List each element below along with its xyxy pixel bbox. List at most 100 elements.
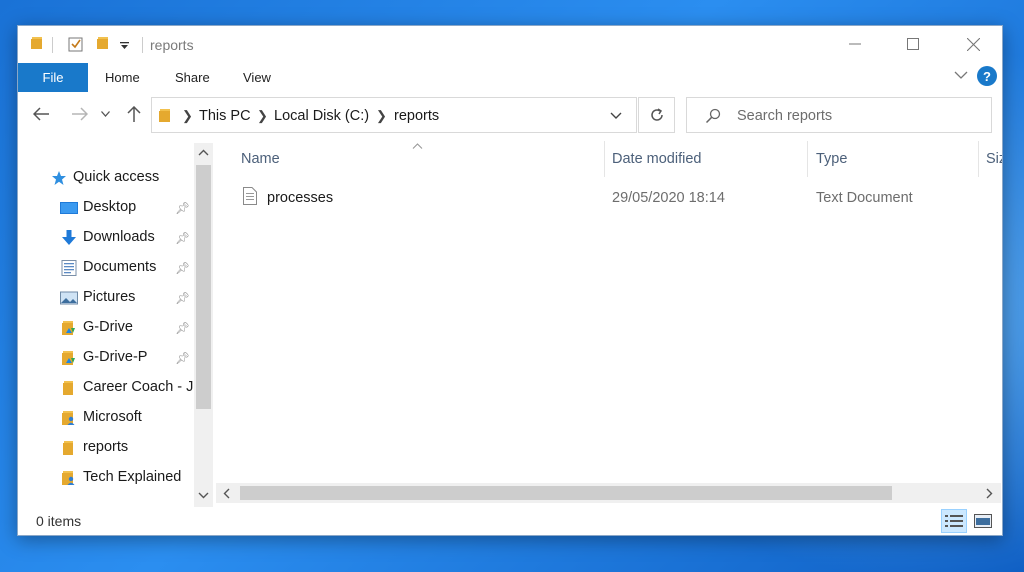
file-name[interactable]: processes (267, 190, 333, 206)
back-arrow-icon (32, 107, 49, 121)
navigation-bar: ❯ This PC ❯ Local Disk (C:) ❯ reports Se… (18, 93, 1002, 137)
close-icon (966, 37, 980, 51)
tab-share[interactable]: Share (175, 63, 210, 92)
pin-icon: 📌︎ (175, 231, 191, 245)
sort-ascending-icon (412, 143, 423, 149)
close-button[interactable] (950, 26, 996, 62)
properties-check-icon[interactable] (68, 36, 84, 52)
nav-item-g-drive-p[interactable]: G-Drive-P 📌︎ (18, 344, 194, 372)
separator (52, 37, 53, 53)
forward-arrow-icon (71, 107, 88, 121)
item-count: 0 items (36, 513, 82, 529)
address-bar[interactable]: ❯ This PC ❯ Local Disk (C:) ❯ reports (151, 97, 637, 133)
nav-item-desktop[interactable]: Desktop 📌︎ (18, 194, 194, 222)
column-header-date-modified[interactable]: Date modified (612, 151, 701, 167)
recent-locations-button[interactable] (98, 103, 112, 125)
nav-item-g-drive[interactable]: G-Drive 📌︎ (18, 314, 194, 342)
separator (142, 37, 143, 53)
nav-item-label: reports (83, 439, 129, 455)
user-folder-icon (62, 411, 75, 425)
nav-item-microsoft[interactable]: Microsoft (18, 404, 194, 432)
refresh-icon (650, 108, 663, 121)
minimize-icon (849, 43, 861, 45)
column-header-size[interactable]: Siz (986, 151, 1002, 167)
large-icons-view-button[interactable] (970, 509, 996, 533)
pin-icon: 📌︎ (175, 321, 191, 335)
nav-item-label: Downloads (83, 229, 155, 245)
help-button[interactable]: ? (977, 66, 997, 86)
forward-button[interactable] (68, 103, 90, 125)
breadcrumb-local-disk[interactable]: Local Disk (C:) (274, 108, 369, 124)
scroll-left-icon[interactable] (223, 488, 230, 499)
breadcrumb-chevron-icon[interactable]: ❯ (376, 108, 387, 124)
column-divider[interactable] (978, 141, 979, 177)
tab-view[interactable]: View (243, 63, 271, 92)
file-explorer-window: reports File Home Share View ? ❯ This PC… (17, 25, 1003, 536)
nav-item-reports[interactable]: reports (18, 434, 194, 462)
minimize-button[interactable] (832, 26, 878, 62)
nav-item-pictures[interactable]: Pictures 📌︎ (18, 284, 194, 312)
folder-icon (63, 381, 73, 395)
chevron-down-icon (100, 111, 110, 117)
tab-file[interactable]: File (18, 63, 88, 92)
gdrive-folder-icon (62, 351, 75, 365)
status-bar: 0 items (18, 508, 1002, 535)
details-view-button[interactable] (941, 509, 967, 533)
scroll-up-icon[interactable] (198, 149, 209, 156)
up-arrow-icon (127, 105, 141, 122)
customize-toolbar-dropdown-icon[interactable] (120, 42, 129, 49)
column-divider[interactable] (807, 141, 808, 177)
nav-item-downloads[interactable]: Downloads 📌︎ (18, 224, 194, 252)
nav-item-label: Career Coach - Jo (83, 379, 202, 395)
new-folder-icon[interactable] (96, 36, 110, 50)
nav-item-documents[interactable]: Documents 📌︎ (18, 254, 194, 282)
file-date-modified: 29/05/2020 18:14 (612, 190, 725, 206)
breadcrumb-chevron-icon[interactable]: ❯ (257, 108, 268, 124)
gdrive-folder-icon (62, 321, 75, 335)
large-icons-view-icon (974, 514, 992, 528)
pin-icon: 📌︎ (175, 201, 191, 215)
scrollbar-thumb[interactable] (196, 165, 211, 409)
nav-item-label: Microsoft (83, 409, 142, 425)
breadcrumb-this-pc[interactable]: This PC (199, 108, 251, 124)
pin-icon: 📌︎ (175, 291, 191, 305)
search-input[interactable]: Search reports (686, 97, 992, 133)
breadcrumb-chevron-icon[interactable]: ❯ (182, 108, 193, 124)
column-header-type[interactable]: Type (816, 151, 847, 167)
text-file-icon (243, 187, 257, 205)
title-bar: reports (18, 26, 1002, 63)
column-header-name[interactable]: Name (241, 151, 280, 167)
scroll-down-icon[interactable] (198, 492, 209, 499)
nav-item-tech-explained[interactable]: Tech Explained (18, 464, 194, 492)
scrollbar-thumb[interactable] (240, 486, 892, 500)
expand-ribbon-chevron-icon[interactable] (954, 71, 968, 80)
back-button[interactable] (30, 103, 52, 125)
file-list-horizontal-scrollbar[interactable] (216, 483, 1001, 503)
star-icon (52, 171, 66, 185)
file-type: Text Document (816, 190, 913, 206)
nav-item-label: Pictures (83, 289, 136, 305)
refresh-button[interactable] (638, 97, 675, 133)
scroll-right-icon[interactable] (986, 488, 993, 499)
navigation-pane-scrollbar[interactable] (194, 143, 213, 507)
search-placeholder: Search reports (737, 108, 833, 124)
download-arrow-icon (62, 230, 76, 245)
nav-quick-access[interactable]: Quick access (18, 164, 194, 192)
nav-item-label: G-Drive-P (83, 349, 148, 365)
maximize-button[interactable] (890, 26, 936, 62)
file-list: Name Date modified Type Siz processes 29… (216, 141, 1002, 507)
tab-home[interactable]: Home (105, 63, 140, 92)
maximize-icon (907, 38, 919, 50)
pin-icon: 📌︎ (175, 351, 191, 365)
column-divider[interactable] (604, 141, 605, 177)
address-dropdown-chevron-icon[interactable] (610, 112, 622, 120)
folder-icon (63, 441, 73, 455)
pictures-icon (60, 291, 78, 305)
window-title: reports (150, 37, 194, 53)
breadcrumb-reports[interactable]: reports (394, 108, 439, 124)
nav-item-career-coach[interactable]: Career Coach - Jo (18, 374, 201, 402)
nav-item-label: Quick access (73, 169, 160, 185)
folder-icon (159, 109, 170, 122)
nav-item-label: Documents (83, 259, 157, 275)
up-button[interactable] (123, 103, 145, 125)
